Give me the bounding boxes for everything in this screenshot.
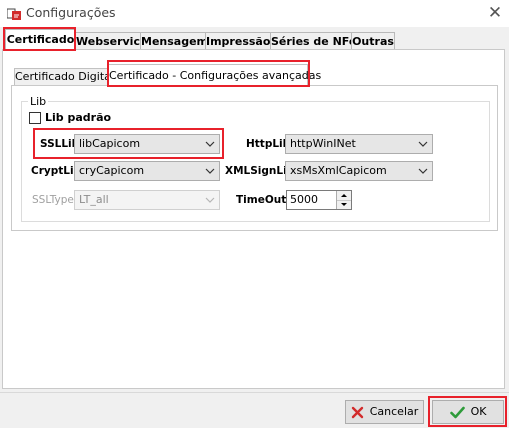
tab-certificado[interactable]: Certificado: [5, 29, 76, 50]
tab-mensagem[interactable]: Mensagem: [140, 32, 208, 49]
httplib-label: HttpLib: [246, 138, 291, 150]
tab-series-nfe[interactable]: Séries de NFe: [270, 32, 356, 49]
httplib-value: httpWinINet: [290, 137, 356, 150]
xmlsignlib-value: xsMsXmlCapicom: [290, 164, 387, 177]
window-title: Configurações: [26, 5, 116, 20]
lib-padrao-label: Lib padrão: [45, 111, 112, 124]
ssltype-select: LT_all: [74, 190, 220, 210]
cryptlib-select[interactable]: cryCapicom: [74, 161, 220, 181]
chevron-down-icon: [205, 141, 215, 147]
close-icon[interactable]: ✕: [485, 3, 505, 23]
footer-separator: [0, 392, 509, 393]
title-bar: Configurações ✕: [0, 0, 509, 27]
xmlsignlib-label: XMLSignLib: [225, 165, 295, 177]
cancel-label: Cancelar: [369, 405, 419, 418]
x-icon: [351, 406, 363, 418]
tab-certificado-digital[interactable]: Certificado Digital: [14, 68, 114, 85]
cryptlib-value: cryCapicom: [79, 164, 145, 177]
xmlsignlib-select[interactable]: xsMsXmlCapicom: [285, 161, 433, 181]
tab-impressao[interactable]: Impressão: [205, 32, 271, 49]
lib-group-legend: Lib: [28, 95, 49, 108]
timeout-value: 5000: [290, 193, 318, 206]
ssllib-select[interactable]: libCapicom: [74, 134, 220, 154]
ssltype-label: SSLType: [32, 194, 74, 206]
chevron-down-icon: [205, 168, 215, 174]
ssltype-value: LT_all: [79, 193, 109, 206]
chevron-down-icon: [418, 141, 428, 147]
chevron-down-icon: [418, 168, 428, 174]
app-icon: [7, 8, 21, 20]
tab-configuracoes-avancadas[interactable]: Certificado - Configurações avançadas: [108, 64, 321, 86]
ok-button[interactable]: OK: [432, 400, 504, 424]
tab-webservice[interactable]: Webservice: [75, 32, 147, 49]
tab-outras[interactable]: Outras: [351, 32, 395, 49]
httplib-select[interactable]: httpWinINet: [285, 134, 433, 154]
ok-label: OK: [470, 405, 487, 418]
timeout-label: TimeOut: [236, 194, 287, 206]
timeout-spinbox[interactable]: 5000: [286, 190, 352, 210]
chevron-down-icon: [205, 197, 215, 203]
lib-padrao-checkbox[interactable]: [29, 112, 41, 124]
cancel-button[interactable]: Cancelar: [345, 400, 424, 424]
timeout-spin-buttons: [336, 191, 351, 209]
check-icon: [449, 406, 465, 418]
ssllib-value: libCapicom: [79, 137, 141, 150]
spin-down-icon[interactable]: [337, 200, 351, 209]
